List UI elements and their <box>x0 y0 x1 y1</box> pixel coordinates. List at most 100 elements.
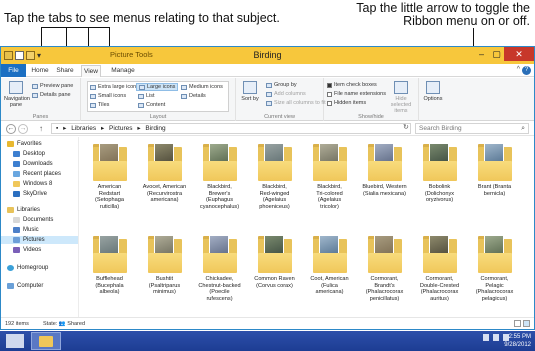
address-bar[interactable]: ▪ ▸ Libraries ▸ Pictures ▸ Birding <box>51 123 411 134</box>
list-icon <box>138 93 144 99</box>
tab-view[interactable]: View <box>81 65 101 77</box>
nav-homegroup[interactable]: Homegroup <box>7 265 48 271</box>
folder-item[interactable]: Bluebird, Western (Sialia mexicana) <box>358 143 411 197</box>
desktop-icon <box>13 151 20 157</box>
folder-item[interactable]: Avocet, American (Recurvirostra americana) <box>138 143 191 204</box>
folder-icon <box>477 235 512 273</box>
layout-small-icons[interactable]: Small icons <box>90 93 126 99</box>
small-icons-icon <box>90 93 96 99</box>
clock-date: 9/28/2012 <box>504 342 531 348</box>
refresh-icon[interactable]: ↻ <box>403 123 409 131</box>
options-group: Options <box>419 78 447 121</box>
folder-icon <box>367 235 402 273</box>
search-icon[interactable]: ⌕ <box>521 124 525 134</box>
add-columns-button[interactable]: Add columns <box>266 91 306 97</box>
details-view-icon[interactable] <box>514 320 521 327</box>
tab-manage[interactable]: Manage <box>108 65 138 77</box>
nav-favorites[interactable]: Favorites <box>7 141 42 147</box>
folder-name-line: oryzivorus) <box>425 197 454 203</box>
folder-name-line: (Phalacrocorax <box>365 289 404 295</box>
extra-large-icons-icon <box>90 84 96 90</box>
folder-name-line: phoeniceus) <box>259 203 290 210</box>
tab-share[interactable]: Share <box>54 65 76 77</box>
tab-file[interactable]: File <box>1 64 26 77</box>
layout-content[interactable]: Content <box>138 102 165 108</box>
sort-by-button[interactable]: Sort by <box>240 81 260 102</box>
hidden-items-checkbox[interactable]: Hidden items <box>327 100 366 106</box>
nav-item-documents[interactable]: Documents <box>13 217 53 223</box>
folder-item[interactable]: Cormorant, Double-Crested (Phalacrocorax au… <box>413 235 466 302</box>
minimize-button[interactable]: – <box>474 47 489 61</box>
folder-item[interactable]: Chickadee, Chestnut-backed (Poecile rufesce… <box>193 235 246 302</box>
maximize-button[interactable]: ▢ <box>489 47 504 61</box>
folder-name-line: (Phalacrocorax <box>475 289 514 295</box>
back-arrow-icon[interactable]: ← <box>6 124 16 134</box>
ribbon-toggle-arrow-icon[interactable]: ^ <box>517 66 520 73</box>
panes-group-label: Panes <box>32 114 49 120</box>
folder-item[interactable]: Cormorant, Pelagic (Phalacrocorax pelagicus… <box>468 235 521 302</box>
folder-name: Bufflehead (Bucephala albeola) <box>83 276 136 296</box>
folder-name: Common Raven (Corvus corax) <box>248 276 301 289</box>
folder-item[interactable]: Cormorant, Brandt's (Phalacrocorax penicill… <box>358 235 411 302</box>
nav-item-music[interactable]: Music <box>13 227 39 233</box>
folder-name-line: tricolor) <box>320 203 339 210</box>
clock[interactable]: 2:55 PM 9/28/2012 <box>504 333 531 349</box>
folder-item[interactable]: American Redstart (Setophaga ruticilla) <box>83 143 136 210</box>
layout-large-icons[interactable]: Large icons <box>136 83 179 91</box>
nav-item-desktop[interactable]: Desktop <box>13 151 45 157</box>
large-icons-view-icon[interactable] <box>523 320 530 327</box>
layout-details[interactable]: Details <box>181 93 206 99</box>
folder-item[interactable]: Brant (Branta bernicla) <box>468 143 521 197</box>
tab-home[interactable]: Home <box>29 65 51 77</box>
options-button[interactable]: Options <box>423 81 443 102</box>
layout-list[interactable]: List <box>138 93 155 99</box>
nav-item-downloads[interactable]: Downloads <box>13 161 53 167</box>
address-bar-row: ← → ↑ ▪ ▸ Libraries ▸ Pictures ▸ Birding… <box>1 122 534 136</box>
nav-computer[interactable]: Computer <box>7 283 43 289</box>
tray-arrow-icon[interactable] <box>483 334 489 341</box>
folder-item[interactable]: Bufflehead (Bucephala albeola) <box>83 235 136 296</box>
hide-selected-items-button[interactable]: Hide selected items <box>386 81 416 114</box>
up-arrow-icon[interactable]: ↑ <box>39 124 43 133</box>
network-icon[interactable] <box>493 334 499 341</box>
search-input[interactable]: Search Birding ⌕ <box>415 123 529 134</box>
forward-arrow-icon[interactable]: → <box>18 124 28 134</box>
folder-name-line: americana) <box>150 197 179 203</box>
folder-item[interactable]: Common Raven (Corvus corax) <box>248 235 301 289</box>
breadcrumb-pictures[interactable]: Pictures <box>109 125 132 132</box>
nav-item-pictures[interactable]: Pictures <box>1 236 78 244</box>
folder-item[interactable]: Blackbird, Tri-colored (Agelaius tricolor) <box>303 143 356 210</box>
folder-item[interactable]: Bushtit (Psaltriparus minimus) <box>138 235 191 296</box>
item-check-boxes-checkbox[interactable]: Item check boxes <box>327 82 377 88</box>
details-pane-button[interactable]: Details pane <box>32 92 71 98</box>
size-columns-button[interactable]: Size all columns to fit <box>266 100 326 106</box>
folder-icon <box>367 143 402 181</box>
breadcrumb-birding[interactable]: Birding <box>145 125 165 132</box>
file-name-extensions-checkbox[interactable]: File name extensions <box>327 91 386 97</box>
preview-pane-button[interactable]: Preview pane <box>32 83 73 89</box>
nav-item-windows8[interactable]: Windows 8 <box>13 181 52 187</box>
folder-item[interactable]: Blackbird, Brewer's (Euphagus cyanocephalus… <box>193 143 246 210</box>
nav-libraries[interactable]: Libraries <box>7 207 40 213</box>
file-explorer-taskbar-button[interactable] <box>31 332 61 350</box>
nav-item-recent-places[interactable]: Recent places <box>13 171 61 177</box>
nav-item-videos[interactable]: Videos <box>13 247 41 253</box>
nav-item-skydrive[interactable]: SkyDrive <box>13 191 47 197</box>
hide-selected-icon <box>394 81 408 94</box>
star-icon <box>7 141 14 147</box>
folder-item[interactable]: Blackbird, Red-winged (Agelaius phoeniceus) <box>248 143 301 210</box>
navigation-pane-button[interactable]: Navigation pane <box>4 81 30 108</box>
group-by-button[interactable]: Group by <box>266 82 297 88</box>
folder-item[interactable]: Coot, American (Fulica americana) <box>303 235 356 296</box>
breadcrumb-libraries[interactable]: Libraries <box>71 125 96 132</box>
show-hide-group-label: Show/hide <box>358 114 384 120</box>
close-button[interactable]: ✕ <box>504 47 534 61</box>
folder-item[interactable]: Bobolink (Dolichonyx oryzivorus) <box>413 143 466 204</box>
layout-extra-large-icons[interactable]: Extra large icons <box>90 84 139 90</box>
start-icon[interactable] <box>6 334 24 348</box>
layout-tiles[interactable]: Tiles <box>90 102 109 108</box>
folder-name-line: cyanocephalus) <box>199 203 240 210</box>
help-icon[interactable]: ? <box>522 66 531 75</box>
callout-right-line2: Ribbon menu on or off. <box>403 14 530 28</box>
layout-medium-icons[interactable]: Medium icons <box>181 84 223 90</box>
